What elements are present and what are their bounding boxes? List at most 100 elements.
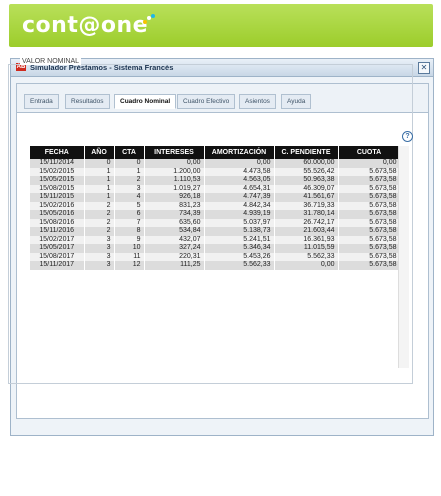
- table-cell: 5.346,34: [204, 244, 275, 253]
- table-cell: 5.673,58: [338, 167, 401, 176]
- table-cell: 4.473,58: [204, 167, 275, 176]
- table-row: 15/08/2015 1 3 1.019,27 4.654,31 46.309,07 5.6…: [30, 184, 401, 193]
- table-cell: 734,39: [144, 210, 205, 219]
- table-cell: 4.654,31: [204, 184, 275, 193]
- table-cell: 36.719,33: [274, 201, 339, 210]
- table-cell: 1: [84, 184, 115, 193]
- table-row: 15/02/2015 1 1 1.200,00 4.473,58 55.526,42 5.6…: [30, 167, 401, 176]
- table-row: 15/11/2014 0 0 0,00 0,00 60.000,00 0,00: [30, 159, 401, 168]
- table-row: 15/11/2017 3 12 111,25 5.562,33 0,00 5.673,58: [30, 261, 401, 270]
- table-cell: 5.673,58: [338, 176, 401, 185]
- table-cell: 4.842,34: [204, 201, 275, 210]
- table-cell: 220,31: [144, 252, 205, 261]
- table-cell: 41.561,67: [274, 193, 339, 202]
- table-row: 15/05/2016 2 6 734,39 4.939,19 31.780,14 5.673…: [30, 210, 401, 219]
- table-cell: 4.747,39: [204, 193, 275, 202]
- table-cell: 4: [114, 193, 145, 202]
- table-cell: 0,00: [144, 159, 205, 168]
- table-cell: 0,00: [204, 159, 275, 168]
- table-cell: 15/08/2015: [30, 184, 85, 193]
- close-icon[interactable]: ✕: [418, 62, 430, 74]
- table-cell: 50.963,38: [274, 176, 339, 185]
- table-cell: 2: [114, 176, 145, 185]
- table-row: 15/02/2016 2 5 831,23 4.842,34 36.719,33 5.673…: [30, 201, 401, 210]
- table-cell: 3: [84, 235, 115, 244]
- table-cell: 8: [114, 227, 145, 236]
- table-cell: 5.673,58: [338, 201, 401, 210]
- table-cell: 1: [114, 167, 145, 176]
- col-fecha: FECHA: [30, 146, 85, 159]
- table-cell: 0: [84, 159, 115, 168]
- table-cell: 4.939,19: [204, 210, 275, 219]
- table-cell: 9: [114, 235, 145, 244]
- table-cell: 15/05/2016: [30, 210, 85, 219]
- table-cell: 55.526,42: [274, 167, 339, 176]
- table-cell: 5.673,58: [338, 210, 401, 219]
- logo-dots-icon: [143, 14, 155, 24]
- table-cell: 11: [114, 252, 145, 261]
- table-cell: 5.673,58: [338, 218, 401, 227]
- table-cell: 1: [84, 176, 115, 185]
- amortization-table: FECHA AÑO CTA INTERESES AMORTIZACIÓN C. …: [30, 146, 401, 366]
- table-cell: 2: [84, 218, 115, 227]
- table-cell: 3: [84, 261, 115, 270]
- col-cta: CTA: [114, 146, 145, 159]
- table-cell: 2: [84, 210, 115, 219]
- table-row: 15/05/2015 1 2 1.110,53 4.563,05 50.963,38 5.6…: [30, 176, 401, 185]
- table-cell: 15/11/2015: [30, 193, 85, 202]
- table-cell: 46.309,07: [274, 184, 339, 193]
- table-cell: 5: [114, 201, 145, 210]
- table-cell: 635,60: [144, 218, 205, 227]
- table-cell: 5.562,33: [204, 261, 275, 270]
- table-row: 15/08/2016 2 7 635,60 5.037,97 26.742,17 5.673…: [30, 218, 401, 227]
- table-cell: 831,23: [144, 201, 205, 210]
- table-cell: 5.673,58: [338, 193, 401, 202]
- table-cell: 7: [114, 218, 145, 227]
- table-cell: 5.562,33: [274, 252, 339, 261]
- col-amortizacion: AMORTIZACIÓN: [204, 146, 275, 159]
- table-cell: 15/11/2016: [30, 227, 85, 236]
- table-scrollbar[interactable]: [398, 146, 409, 368]
- table-cell: 1: [84, 167, 115, 176]
- table-row: 15/11/2015 1 4 926,18 4.747,39 41.561,67 5.673…: [30, 193, 401, 202]
- table-cell: 0,00: [338, 159, 401, 168]
- table-cell: 4.563,05: [204, 176, 275, 185]
- table-cell: 15/05/2015: [30, 176, 85, 185]
- table-cell: 2: [84, 201, 115, 210]
- table-cell: 60.000,00: [274, 159, 339, 168]
- table-cell: 5.673,58: [338, 244, 401, 253]
- col-c-pendiente: C. PENDIENTE: [274, 146, 339, 159]
- table-cell: 16.361,93: [274, 235, 339, 244]
- table-cell: 15/02/2017: [30, 235, 85, 244]
- table-cell: 0,00: [274, 261, 339, 270]
- table-cell: 534,84: [144, 227, 205, 236]
- table-cell: 111,25: [144, 261, 205, 270]
- table-cell: 15/05/2017: [30, 244, 85, 253]
- table-row: 15/05/2017 3 10 327,24 5.346,34 11.015,59 5.67…: [30, 244, 401, 253]
- table-cell: 0: [114, 159, 145, 168]
- table-cell: 15/02/2016: [30, 201, 85, 210]
- table-cell: 1: [84, 193, 115, 202]
- table-row: 15/11/2016 2 8 534,84 5.138,73 21.603,44 5.673…: [30, 227, 401, 236]
- col-cuota: CUOTA: [338, 146, 401, 159]
- table-cell: 31.780,14: [274, 210, 339, 219]
- table-cell: 10: [114, 244, 145, 253]
- col-ano: AÑO: [84, 146, 115, 159]
- col-intereses: INTERESES: [144, 146, 205, 159]
- table-cell: 327,24: [144, 244, 205, 253]
- table-cell: 5.138,73: [204, 227, 275, 236]
- table-row: 15/08/2017 3 11 220,31 5.453,26 5.562,33 5.673…: [30, 252, 401, 261]
- table-cell: 26.742,17: [274, 218, 339, 227]
- table-cell: 1.110,53: [144, 176, 205, 185]
- table-cell: 5.673,58: [338, 184, 401, 193]
- table-cell: 15/02/2015: [30, 167, 85, 176]
- table-cell: 15/08/2017: [30, 252, 85, 261]
- table-cell: 5.241,51: [204, 235, 275, 244]
- table-cell: 1.200,00: [144, 167, 205, 176]
- table-cell: 15/11/2014: [30, 159, 85, 168]
- contaone-logo: cont@one: [22, 13, 149, 38]
- table-cell: 1.019,27: [144, 184, 205, 193]
- table-cell: 21.603,44: [274, 227, 339, 236]
- help-icon[interactable]: ?: [402, 131, 413, 142]
- table-cell: 3: [84, 252, 115, 261]
